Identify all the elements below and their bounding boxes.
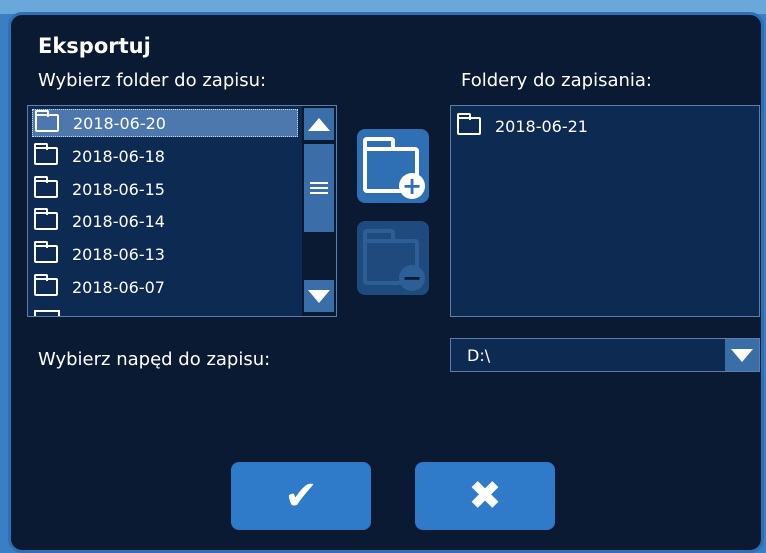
dialog-title: Eksportuj (38, 34, 151, 58)
cancel-button[interactable]: ✖ (415, 462, 555, 530)
scroll-up-button[interactable] (304, 108, 334, 140)
source-folder-label: Wybierz folder do zapisu: (38, 70, 267, 91)
folder-name: 2018-06-18 (72, 146, 165, 166)
add-folder-button[interactable]: + (357, 129, 429, 203)
folder-icon (34, 176, 58, 198)
ok-button[interactable]: ✔ (231, 462, 371, 530)
folder-icon (34, 274, 58, 296)
list-item[interactable]: 2018-06-21 (455, 112, 721, 140)
folder-icon (457, 113, 481, 135)
folder-icon (34, 208, 58, 230)
triangle-up-icon (308, 117, 330, 131)
dest-folder-label: Foldery do zapisania: (461, 70, 652, 91)
triangle-down-icon (308, 289, 330, 303)
folder-name: 2018-06-15 (72, 179, 165, 199)
drive-label: Wybierz napęd do zapisu: (38, 349, 271, 370)
grip-icon (310, 182, 328, 194)
scroll-down-button[interactable] (304, 280, 334, 312)
drive-dropdown-button[interactable] (725, 339, 759, 371)
list-item[interactable]: 2018-06-20 (32, 109, 298, 137)
dest-folder-list[interactable]: 2018-06-21 (450, 105, 760, 317)
minus-icon: − (399, 265, 425, 291)
scroll-thumb[interactable] (304, 144, 334, 232)
folder-name: 2018-06-20 (73, 113, 166, 133)
folder-icon (34, 310, 60, 316)
list-item[interactable]: 2018-06-15 (32, 175, 298, 203)
list-item[interactable]: 2018-06-18 (32, 142, 298, 170)
list-item[interactable]: 2018-06-13 (32, 240, 298, 268)
source-list-scrollbar[interactable] (302, 106, 336, 316)
checkmark-icon: ✔ (284, 473, 318, 519)
drive-value: D:\ (467, 346, 491, 365)
list-item[interactable]: 2018-06-14 (32, 207, 298, 235)
chevron-down-icon (731, 348, 753, 362)
folder-icon (35, 110, 59, 132)
close-icon: ✖ (468, 473, 502, 519)
folder-name: 2018-06-13 (72, 244, 165, 264)
plus-icon: + (399, 173, 425, 199)
folder-name: 2018-06-14 (72, 211, 165, 231)
list-item[interactable]: 2018-06-07 (32, 273, 298, 301)
remove-folder-button[interactable]: − (357, 221, 429, 295)
folder-icon (34, 241, 58, 263)
source-folder-list[interactable]: 2018-06-20 2018-06-18 2018-06-15 2018-06… (27, 105, 337, 317)
folder-name: 2018-06-21 (495, 116, 588, 136)
drive-select[interactable]: D:\ (450, 338, 760, 372)
folder-icon (34, 143, 58, 165)
folder-name: 2018-06-07 (72, 277, 165, 297)
